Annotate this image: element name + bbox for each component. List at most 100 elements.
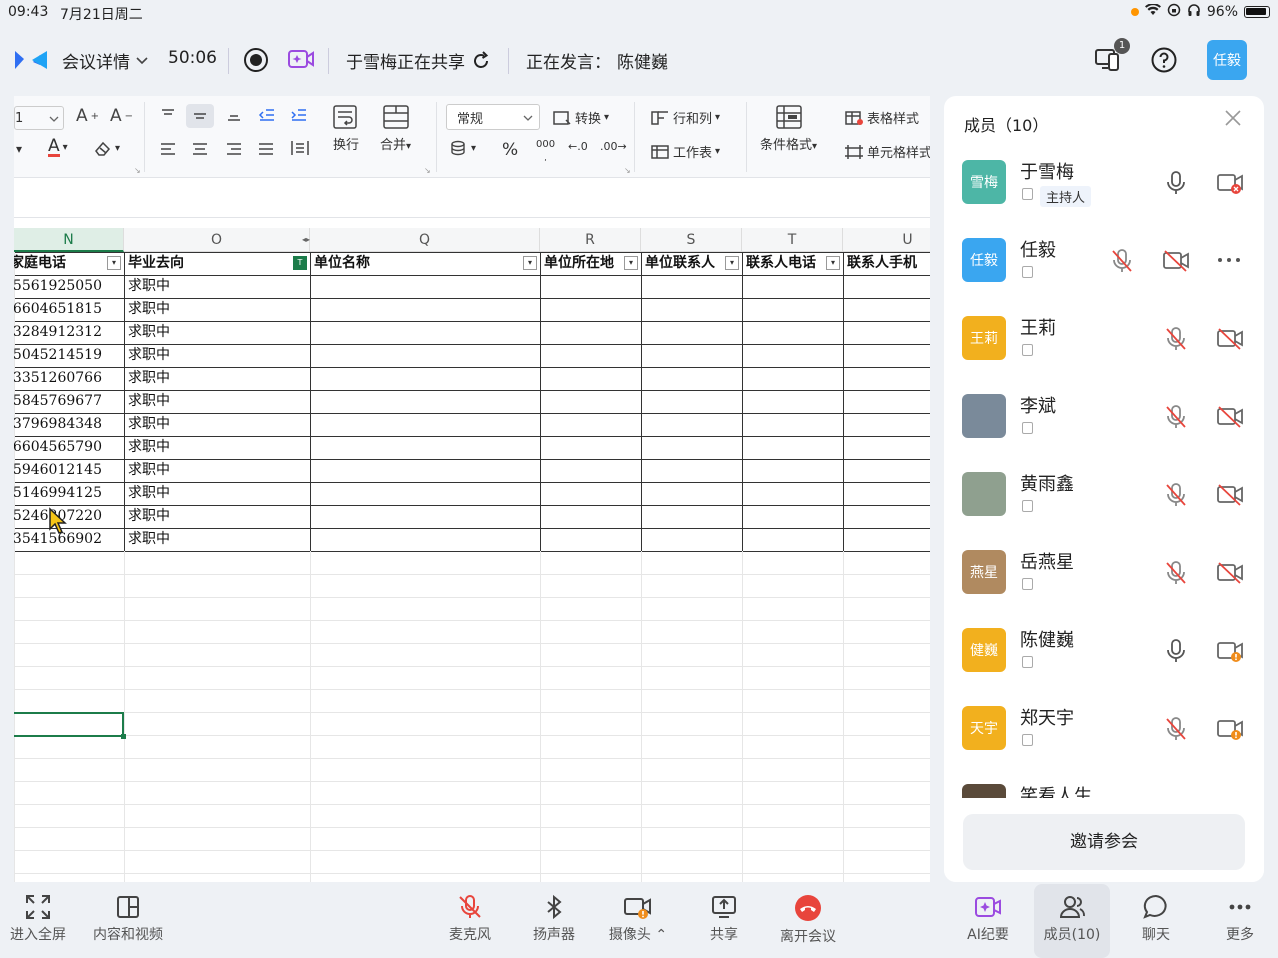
filter-dropdown-icon[interactable]: ▾ bbox=[624, 256, 638, 270]
filter-dropdown-icon[interactable]: ▾ bbox=[107, 256, 121, 270]
wrap-text-button[interactable]: 换行 bbox=[332, 104, 360, 153]
mic-muted-icon[interactable] bbox=[1110, 248, 1134, 272]
camera-off-icon[interactable] bbox=[1162, 248, 1189, 272]
speaker-button[interactable]: 扬声器 bbox=[524, 884, 584, 958]
align-middle-icon[interactable] bbox=[186, 104, 214, 128]
align-right-icon[interactable] bbox=[226, 142, 242, 156]
camera-off-icon[interactable] bbox=[1216, 170, 1243, 194]
column-header-q[interactable]: Q bbox=[310, 228, 540, 252]
fill-handle[interactable] bbox=[121, 734, 126, 739]
filter-dropdown-icon[interactable]: ▾ bbox=[523, 256, 537, 270]
phone-cell[interactable]: 13351260766 bbox=[14, 367, 120, 390]
conditional-format-button[interactable]: 条件格式▾ bbox=[760, 104, 817, 153]
filter-dropdown-icon[interactable]: ▾ bbox=[725, 256, 739, 270]
distribute-icon[interactable] bbox=[290, 140, 310, 156]
phone-cell[interactable]: 15146994125 bbox=[14, 482, 120, 505]
border-dropdown[interactable]: ▾ bbox=[16, 142, 22, 156]
content-video-button[interactable]: 内容和视频 bbox=[88, 884, 168, 958]
status-cell[interactable]: 求职中 bbox=[128, 436, 308, 459]
member-row[interactable]: 天宇 郑天宇 bbox=[944, 706, 1264, 784]
status-cell[interactable]: 求职中 bbox=[128, 505, 308, 528]
member-row[interactable]: 李斌 bbox=[944, 394, 1264, 472]
camera-warning-icon[interactable] bbox=[1216, 716, 1243, 740]
mic-muted-icon[interactable] bbox=[1164, 716, 1188, 740]
expand-corner-icon[interactable]: ↘ bbox=[424, 166, 431, 175]
mic-button[interactable]: 麦克风 bbox=[440, 884, 500, 958]
ai-notes-button[interactable]: AI纪要 bbox=[956, 884, 1020, 958]
camera-button[interactable]: 摄像头 ⌃ bbox=[600, 884, 676, 958]
mic-muted-icon[interactable] bbox=[1164, 482, 1188, 506]
table-header-cell[interactable]: 单位名称 bbox=[314, 252, 522, 275]
phone-cell[interactable]: 16604565790 bbox=[14, 436, 120, 459]
mic-icon[interactable] bbox=[1164, 638, 1188, 662]
column-header-n[interactable]: N bbox=[14, 228, 124, 252]
decrease-decimal-icon[interactable]: .00→ bbox=[600, 140, 627, 153]
percent-button[interactable]: % bbox=[502, 140, 518, 160]
cell-grid[interactable]: 家庭电话▾毕业去向T单位名称▾单位所在地▾单位联系人▾联系人电话▾联系人手机15… bbox=[14, 252, 930, 882]
expand-corner-icon[interactable]: ↘ bbox=[134, 166, 141, 175]
convert-button[interactable]: 转换 ▾ bbox=[552, 108, 609, 127]
status-cell[interactable]: 求职中 bbox=[128, 528, 308, 551]
table-style-button[interactable]: 表格样式 bbox=[844, 108, 919, 127]
close-icon[interactable] bbox=[1224, 108, 1242, 133]
increase-font-icon[interactable]: A + bbox=[76, 106, 99, 126]
phone-cell[interactable]: 13796984348 bbox=[14, 413, 120, 436]
filter-active-icon[interactable]: T bbox=[293, 256, 307, 270]
phone-cell[interactable]: 15045214519 bbox=[14, 344, 120, 367]
camera-off-icon[interactable] bbox=[1216, 560, 1243, 584]
column-header-u[interactable]: U bbox=[843, 228, 930, 252]
invite-button[interactable]: 邀请参会 bbox=[963, 814, 1245, 870]
phone-cell[interactable]: 15946012145 bbox=[14, 459, 120, 482]
member-row[interactable]: 雪梅 于雪梅 主持人 bbox=[944, 160, 1264, 238]
column-header-o[interactable]: O bbox=[124, 228, 310, 252]
member-row[interactable]: 任毅 任毅 bbox=[944, 238, 1264, 316]
thousands-button[interactable]: 000, bbox=[536, 140, 555, 163]
more-icon[interactable] bbox=[1216, 248, 1240, 272]
table-header-cell[interactable]: 联系人手机 bbox=[847, 252, 930, 275]
member-row[interactable]: 王莉 王莉 bbox=[944, 316, 1264, 394]
status-cell[interactable]: 求职中 bbox=[128, 482, 308, 505]
camera-off-icon[interactable] bbox=[1216, 326, 1243, 350]
status-cell[interactable]: 求职中 bbox=[128, 321, 308, 344]
column-header-s[interactable]: S bbox=[641, 228, 742, 252]
number-format-select[interactable]: 常规 bbox=[446, 104, 540, 130]
member-row[interactable]: 黄雨鑫 bbox=[944, 472, 1264, 550]
table-header-cell[interactable]: 毕业去向 bbox=[128, 252, 292, 275]
member-row[interactable]: 健巍 陈健巍 bbox=[944, 628, 1264, 706]
status-cell[interactable]: 求职中 bbox=[128, 367, 308, 390]
font-size-select[interactable]: 1 bbox=[14, 106, 64, 130]
camera-warning-icon[interactable] bbox=[1216, 638, 1243, 662]
status-cell[interactable]: 求职中 bbox=[128, 298, 308, 321]
increase-indent-icon[interactable] bbox=[290, 108, 308, 122]
status-cell[interactable]: 求职中 bbox=[128, 344, 308, 367]
filter-dropdown-icon[interactable]: ▾ bbox=[826, 256, 840, 270]
phone-cell[interactable]: 15561925050 bbox=[14, 275, 120, 298]
align-left-icon[interactable] bbox=[160, 142, 176, 156]
camera-off-icon[interactable] bbox=[1216, 404, 1243, 428]
mic-icon[interactable] bbox=[1164, 170, 1188, 194]
device-switch-button[interactable]: 1 bbox=[1094, 38, 1130, 74]
cell-style-button[interactable]: 单元格样式 bbox=[844, 142, 930, 161]
align-center-icon[interactable] bbox=[192, 142, 208, 156]
selected-cell[interactable] bbox=[14, 712, 124, 737]
increase-decimal-icon[interactable]: ←.0 bbox=[568, 140, 588, 153]
hidden-column-marker-icon[interactable]: ◂▸ bbox=[302, 235, 310, 244]
table-header-cell[interactable]: 单位所在地 bbox=[544, 252, 623, 275]
user-avatar-button[interactable]: 任毅 bbox=[1207, 40, 1247, 80]
ai-assistant-button[interactable] bbox=[288, 47, 314, 71]
formula-bar[interactable] bbox=[14, 188, 930, 218]
table-header-cell[interactable]: 家庭电话 bbox=[14, 252, 106, 275]
rows-cols-button[interactable]: 行和列 ▾ bbox=[650, 108, 720, 127]
align-bottom-icon[interactable] bbox=[226, 108, 242, 122]
mic-muted-icon[interactable] bbox=[1164, 326, 1188, 350]
status-cell[interactable]: 求职中 bbox=[128, 390, 308, 413]
merge-button[interactable]: 合并▾ bbox=[380, 104, 411, 153]
mic-muted-icon[interactable] bbox=[1164, 560, 1188, 584]
refresh-icon[interactable] bbox=[471, 50, 491, 71]
worksheet-button[interactable]: 工作表 ▾ bbox=[650, 142, 720, 161]
column-header-t[interactable]: T bbox=[742, 228, 843, 252]
expand-corner-icon[interactable]: ↘ bbox=[624, 166, 631, 175]
status-cell[interactable]: 求职中 bbox=[128, 275, 308, 298]
help-button[interactable] bbox=[1150, 46, 1178, 74]
meeting-details-button[interactable]: 会议详情 bbox=[62, 48, 148, 73]
